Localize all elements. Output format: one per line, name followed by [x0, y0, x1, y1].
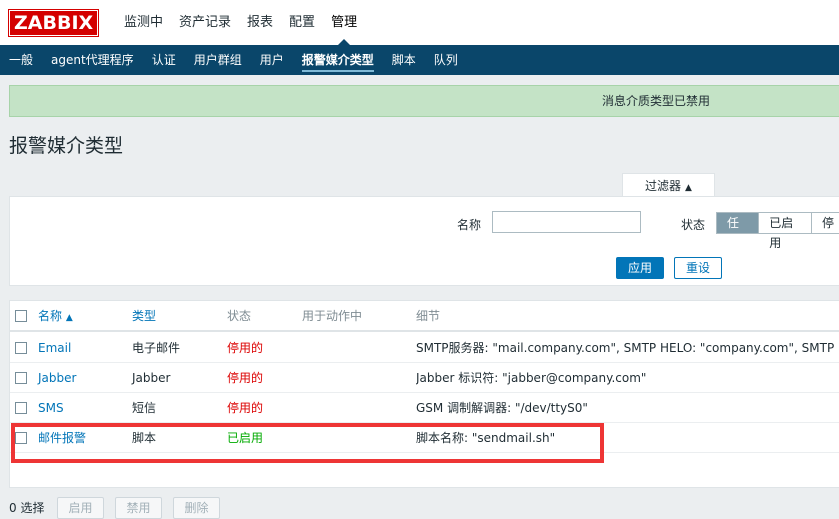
status-toggle-link[interactable]: 停用的: [227, 363, 263, 393]
table-row: SMS 短信 停用的 GSM 调制解调器: "/dev/ttyS0": [10, 393, 839, 423]
media-type-details: Jabber 标识符: "jabber@company.com": [416, 371, 647, 385]
menu-administration[interactable]: 管理: [323, 0, 365, 45]
submenu-general[interactable]: 一般: [0, 45, 42, 75]
menu-administration-label: 管理: [331, 15, 358, 30]
selected-count: 0 选择: [9, 501, 45, 515]
filter-tab-label: 过滤器: [645, 179, 682, 193]
column-status: 状态: [227, 309, 252, 323]
submenu-media-types[interactable]: 报警媒介类型: [293, 45, 383, 75]
disable-button[interactable]: 禁用: [115, 497, 162, 519]
submenu-authentication[interactable]: 认证: [143, 45, 185, 75]
column-name[interactable]: 名称 ▲: [38, 301, 73, 333]
column-type[interactable]: 类型: [132, 301, 156, 331]
table-header: 名称 ▲ 类型 状态 用于动作中 细节: [10, 301, 839, 332]
top-header: ZABBIX 监测中 资产记录 报表 配置 管理: [0, 0, 839, 45]
row-checkbox[interactable]: [15, 402, 27, 414]
media-type-details: GSM 调制解调器: "/dev/ttyS0": [416, 401, 588, 415]
filter-name-label: 名称: [457, 218, 482, 232]
status-segmented-control: 任何 已启用 停: [716, 212, 839, 250]
submenu-queue[interactable]: 队列: [425, 45, 467, 75]
sub-menu: 一般 agent代理程序 认证 用户群组 用户 报警媒介类型 脚本 队列: [0, 45, 839, 75]
delete-button[interactable]: 删除: [173, 497, 220, 519]
media-type-details: 脚本名称: "sendmail.sh": [416, 431, 556, 445]
table-row: 邮件报警 脚本 已启用 脚本名称: "sendmail.sh": [10, 423, 839, 453]
column-used-in-actions: 用于动作中: [302, 309, 363, 323]
menu-reports[interactable]: 报表: [239, 0, 281, 45]
media-type-type: Jabber: [132, 371, 171, 385]
filter-panel: 名称 状态 任何 已启用 停 应用 重设: [9, 196, 839, 286]
page-title: 报警媒介类型: [9, 135, 124, 157]
column-details: 细节: [416, 309, 441, 323]
filter-name-input[interactable]: [492, 211, 641, 233]
status-toggle-link[interactable]: 停用的: [227, 333, 263, 363]
status-option-disabled[interactable]: 停: [811, 212, 839, 234]
submenu-users[interactable]: 用户: [251, 45, 293, 75]
column-name-label: 名称: [38, 309, 63, 323]
submenu-proxies[interactable]: agent代理程序: [42, 45, 143, 75]
status-toggle-link[interactable]: 已启用: [227, 423, 263, 453]
table-row: Jabber Jabber 停用的 Jabber 标识符: "jabber@co…: [10, 363, 839, 393]
media-type-name-link[interactable]: 邮件报警: [38, 423, 86, 453]
filter-status-label: 状态: [681, 218, 706, 232]
media-type-details: SMTP服务器: "mail.company.com", SMTP HELO: …: [416, 341, 835, 355]
reset-button[interactable]: 重设: [674, 257, 722, 279]
media-types-table: 名称 ▲ 类型 状态 用于动作中 细节 Email 电子邮件 停用的 SMTP服…: [9, 300, 839, 488]
status-option-any[interactable]: 任何: [716, 212, 760, 250]
collapse-arrow-icon: ▲: [685, 183, 692, 193]
menu-configuration[interactable]: 配置: [281, 0, 323, 45]
menu-monitoring[interactable]: 监测中: [116, 0, 171, 45]
submenu-user-groups[interactable]: 用户群组: [185, 45, 251, 75]
media-type-name-link[interactable]: SMS: [38, 393, 64, 423]
status-option-enabled[interactable]: 已启用: [759, 212, 812, 250]
select-all-checkbox[interactable]: [15, 310, 27, 322]
menu-inventory[interactable]: 资产记录: [171, 0, 239, 45]
submenu-scripts[interactable]: 脚本: [383, 45, 425, 75]
status-toggle-link[interactable]: 停用的: [227, 393, 263, 423]
table-row: Email 电子邮件 停用的 SMTP服务器: "mail.company.co…: [10, 333, 839, 363]
media-type-name-link[interactable]: Jabber: [38, 363, 76, 393]
media-type-type: 短信: [132, 401, 157, 415]
main-menu: 监测中 资产记录 报表 配置 管理: [116, 0, 365, 45]
filter-tab[interactable]: 过滤器 ▲: [622, 173, 715, 197]
enable-button[interactable]: 启用: [57, 497, 104, 519]
media-type-type: 电子邮件: [132, 341, 181, 355]
apply-button[interactable]: 应用: [616, 257, 664, 279]
row-checkbox[interactable]: [15, 372, 27, 384]
success-message: 消息介质类型已禁用: [9, 85, 839, 117]
row-checkbox[interactable]: [15, 432, 27, 444]
zabbix-logo[interactable]: ZABBIX: [7, 9, 100, 37]
media-type-name-link[interactable]: Email: [38, 333, 71, 363]
sort-asc-icon: ▲: [65, 313, 73, 323]
success-message-text: 消息介质类型已禁用: [602, 94, 711, 108]
media-type-type: 脚本: [132, 431, 157, 445]
row-checkbox[interactable]: [15, 342, 27, 354]
